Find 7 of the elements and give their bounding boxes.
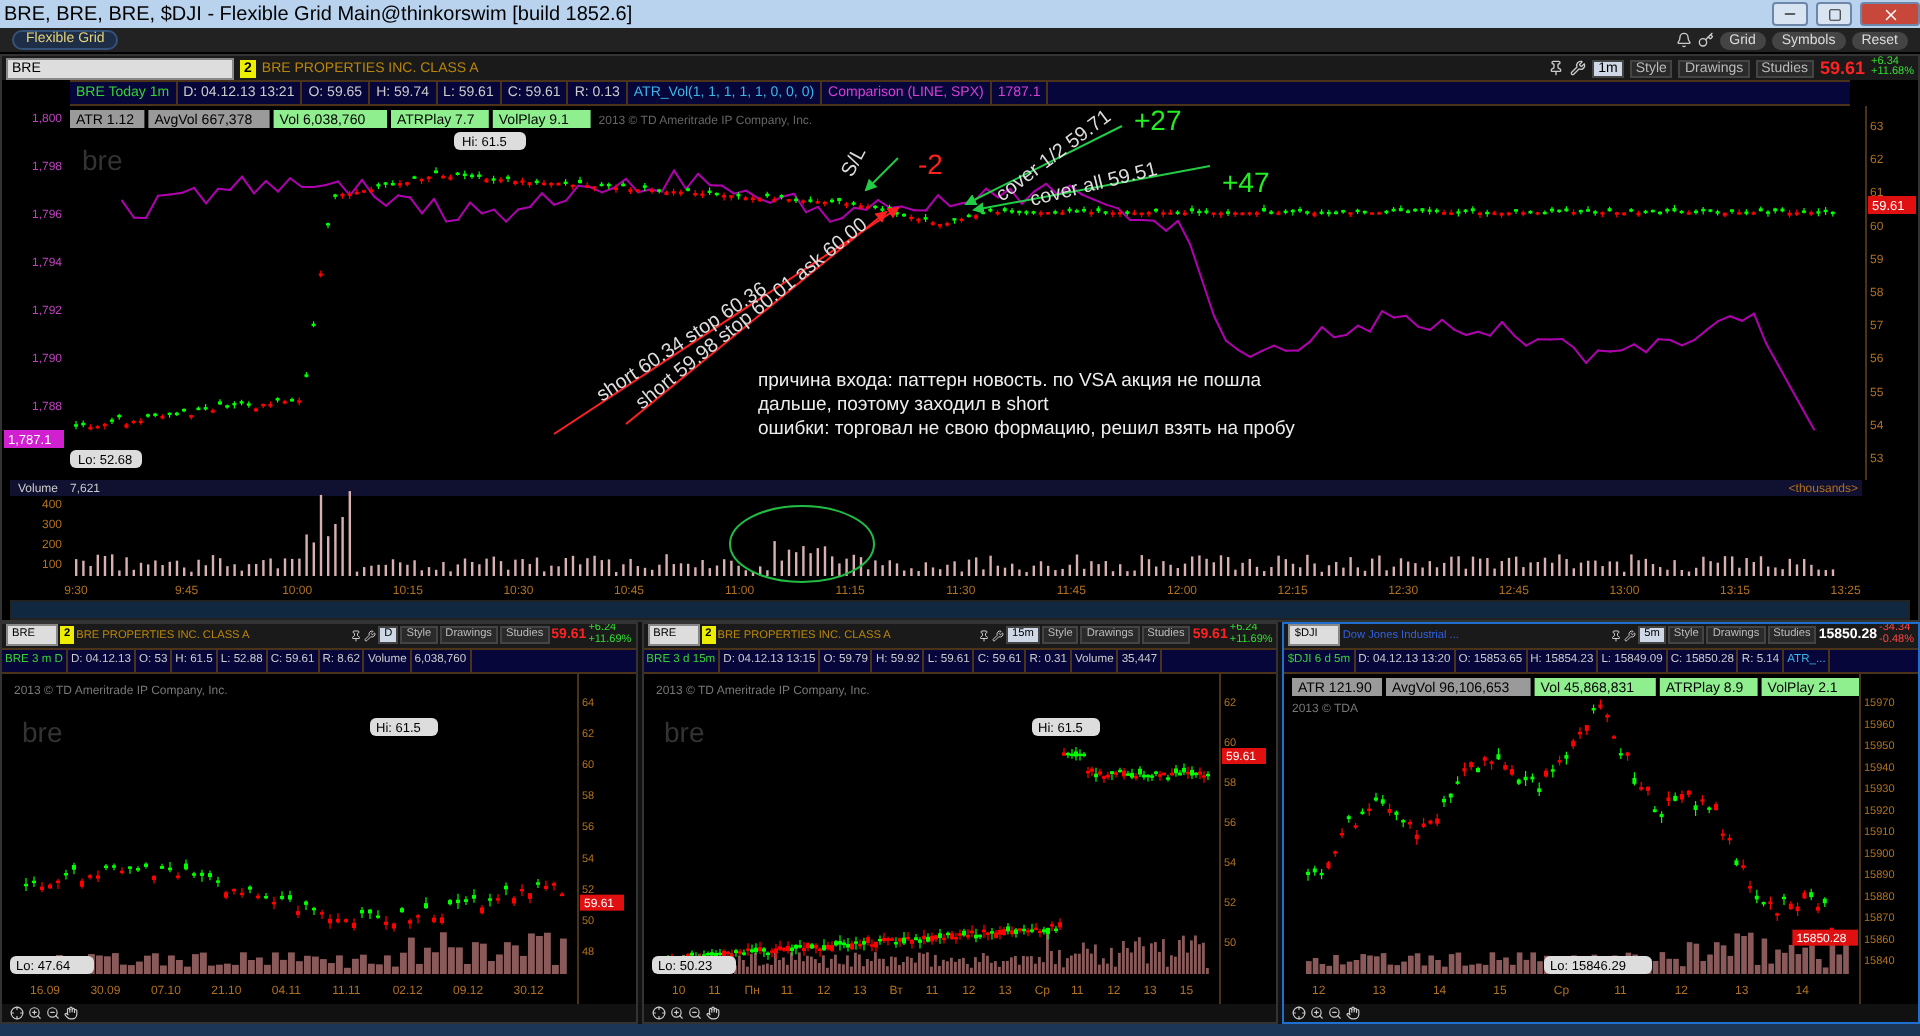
result-text: +27 [1134, 106, 1182, 136]
result-text: +47 [1222, 166, 1270, 198]
last-price: 59.61 [1820, 58, 1866, 78]
window-title: BRE, BRE, BRE, $DJI - Flexible Grid Main@thinkorswim [build 1852.6] [4, 3, 635, 25]
annotation-note: причина входа: паттерн новость. по VSA акция не пошла дальше, поэтому заходил в short ошибки: торговал не свою формацию, решил взять на пробу [758, 370, 1295, 440]
result-text: -2 [918, 148, 943, 180]
annotation-text: S/L [837, 143, 872, 181]
